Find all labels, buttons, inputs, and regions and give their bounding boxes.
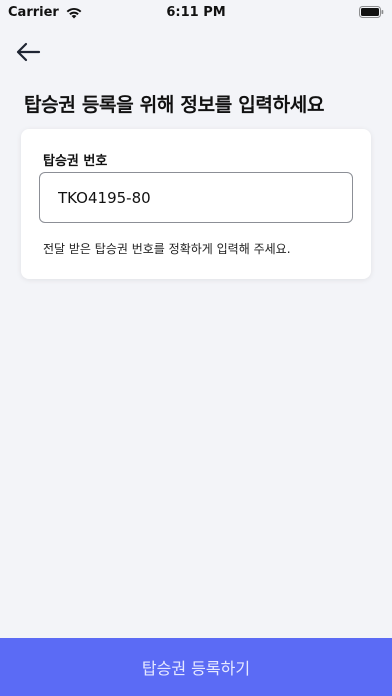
ticket-form-card: 탑승권 번호 전달 받은 탑승권 번호를 정확하게 입력해 주세요. — [21, 129, 371, 279]
ticket-number-label: 탑승권 번호 — [43, 154, 108, 169]
ticket-number-helper: 전달 받은 탑승권 번호를 정확하게 입력해 주세요. — [43, 242, 291, 256]
wifi-icon — [66, 7, 82, 18]
page-title: 탑승권 등록을 위해 정보를 입력하세요 — [24, 94, 325, 116]
back-button[interactable] — [12, 36, 44, 68]
screen: Carrier 6:11 PM 탑승권 등록을 위해 정보를 입력하세요 탑승권… — [0, 0, 392, 696]
carrier: Carrier — [8, 5, 83, 20]
status-bar: Carrier 6:11 PM — [0, 0, 392, 24]
ticket-number-input[interactable] — [39, 172, 353, 223]
battery-icon — [359, 6, 384, 18]
carrier-label: Carrier — [8, 4, 59, 20]
register-ticket-button[interactable]: 탑승권 등록하기 — [0, 638, 392, 696]
arrow-left-icon — [16, 42, 41, 62]
